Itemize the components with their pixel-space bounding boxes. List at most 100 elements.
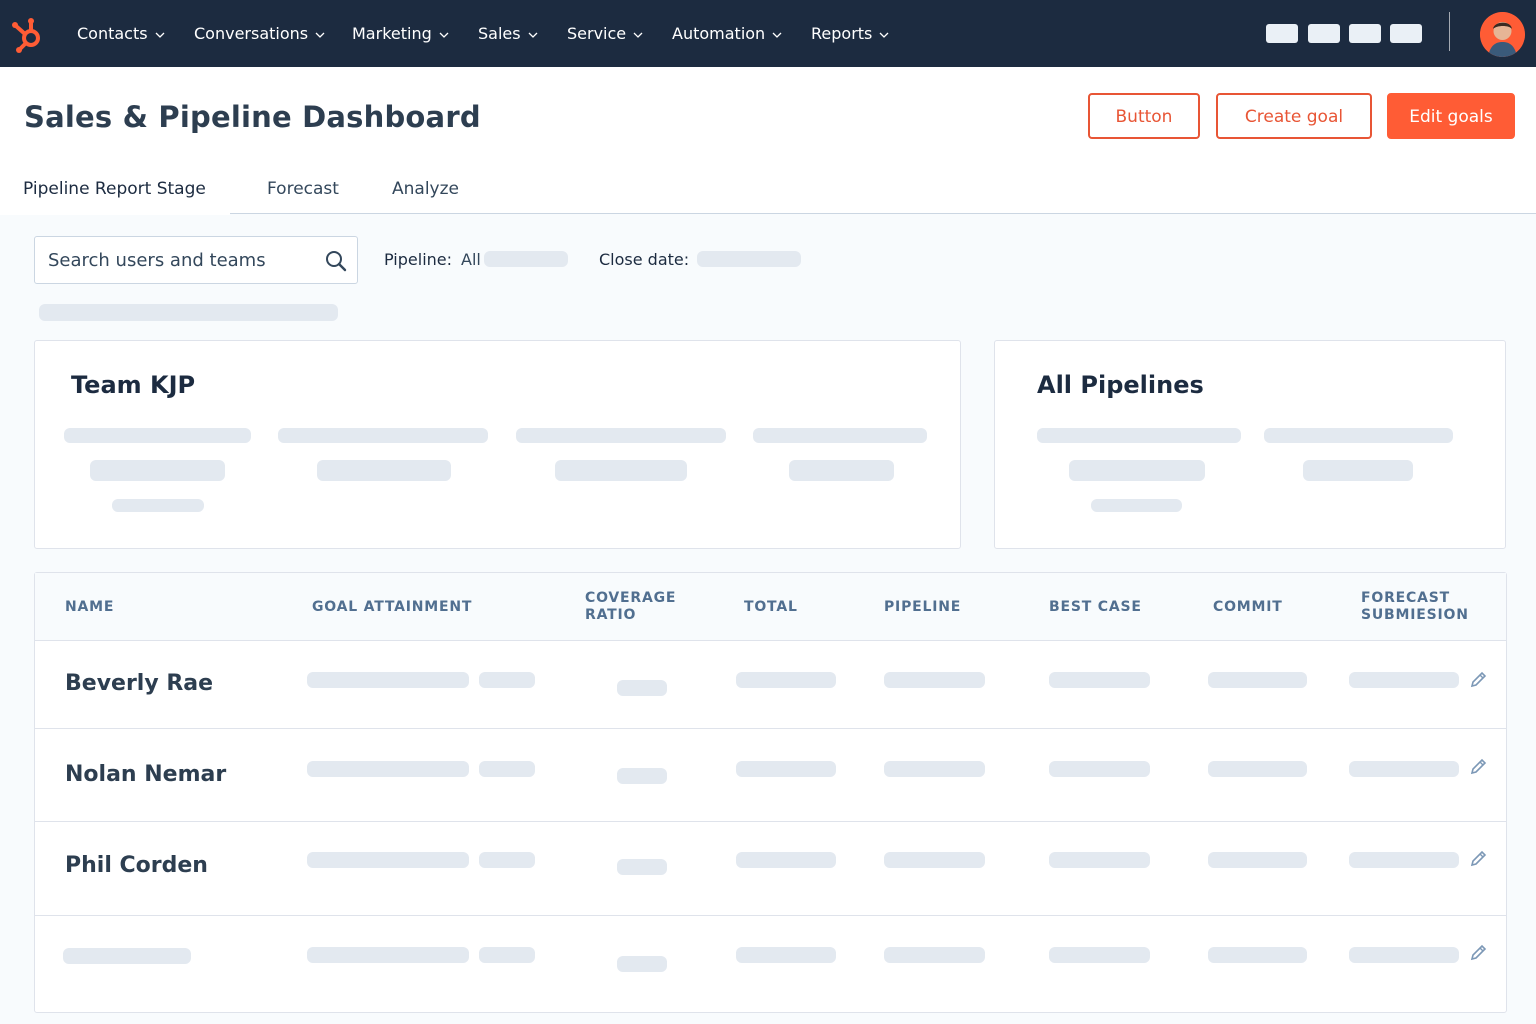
nav-contacts-label: Contacts	[77, 24, 148, 43]
metric-label-placeholder	[64, 428, 251, 443]
table-row[interactable]: Nolan Nemar	[35, 729, 1506, 822]
cell-placeholder	[1208, 672, 1307, 688]
loading-placeholder	[39, 304, 338, 321]
team-summary-card: Team KJP	[34, 340, 961, 549]
table-row[interactable]	[35, 916, 1506, 1012]
column-header-goal-attainment[interactable]: GOAL ATTAINMENT	[312, 599, 472, 616]
metric-label-placeholder	[1037, 428, 1241, 443]
table-row[interactable]: Phil Corden	[35, 822, 1506, 916]
table-header: NAME GOAL ATTAINMENT COVERAGE RATIO TOTA…	[35, 573, 1506, 641]
cell-placeholder	[617, 859, 667, 875]
edit-pencil-icon[interactable]	[1469, 758, 1487, 776]
metric-label-placeholder	[1264, 428, 1453, 443]
nav-conversations[interactable]: Conversations	[194, 22, 325, 46]
close-date-filter-placeholder[interactable]	[697, 251, 801, 267]
row-user-name[interactable]: Nolan Nemar	[65, 762, 226, 787]
nav-contacts[interactable]: Contacts	[77, 22, 165, 46]
metric-value-placeholder	[789, 460, 894, 481]
cell-placeholder	[1349, 947, 1459, 963]
cell-placeholder	[1049, 672, 1150, 688]
column-header-forecast-line1: FORECAST	[1361, 590, 1450, 606]
cell-placeholder	[479, 672, 535, 688]
cell-placeholder	[307, 852, 469, 868]
nav-service[interactable]: Service	[567, 22, 643, 46]
tab-analyze[interactable]: Analyze	[392, 179, 459, 199]
cell-placeholder	[736, 672, 836, 688]
edit-pencil-icon[interactable]	[1469, 944, 1487, 962]
cell-placeholder	[307, 947, 469, 963]
metric-sub-placeholder	[1091, 499, 1182, 512]
tab-forecast[interactable]: Forecast	[267, 179, 339, 199]
avatar[interactable]	[1480, 12, 1525, 57]
column-header-forecast-line2: SUBMIESION	[1361, 607, 1469, 623]
cell-placeholder	[1208, 947, 1307, 963]
pipelines-summary-card: All Pipelines	[994, 340, 1506, 549]
pipeline-filter-placeholder[interactable]	[484, 251, 568, 267]
nav-reports[interactable]: Reports	[811, 22, 889, 46]
column-header-coverage-line1: COVERAGE	[585, 590, 677, 606]
tabs-divider	[0, 213, 1536, 214]
cell-placeholder	[1049, 947, 1150, 963]
row-name-placeholder	[63, 948, 191, 964]
pipelines-card-title: All Pipelines	[1037, 371, 1204, 399]
nav-reports-label: Reports	[811, 24, 873, 43]
table-row[interactable]: Beverly Rae	[35, 641, 1506, 729]
column-header-name[interactable]: NAME	[65, 599, 114, 616]
tab-pipeline-report-stage[interactable]: Pipeline Report Stage	[23, 179, 206, 199]
nav-marketing-label: Marketing	[352, 24, 432, 43]
cell-placeholder	[617, 956, 667, 972]
nav-utility-button[interactable]	[1390, 24, 1422, 43]
nav-utility-button[interactable]	[1266, 24, 1298, 43]
hubspot-logo-icon[interactable]	[10, 14, 44, 54]
nav-conversations-label: Conversations	[194, 24, 309, 43]
user-avatar-icon	[1480, 12, 1525, 57]
column-header-coverage-ratio[interactable]: COVERAGE RATIO	[585, 590, 676, 624]
column-header-best-case[interactable]: BEST CASE	[1049, 599, 1142, 616]
nav-automation-label: Automation	[672, 24, 766, 43]
cell-placeholder	[884, 761, 985, 777]
nav-automation[interactable]: Automation	[672, 22, 782, 46]
forecast-table: NAME GOAL ATTAINMENT COVERAGE RATIO TOTA…	[34, 572, 1507, 1013]
metric-value-placeholder	[90, 460, 225, 481]
nav-utility-button[interactable]	[1308, 24, 1340, 43]
column-header-commit[interactable]: COMMIT	[1213, 599, 1283, 616]
search-input[interactable]: Search users and teams	[34, 236, 358, 284]
generic-button[interactable]: Button	[1088, 93, 1200, 139]
active-tab-indicator	[0, 212, 230, 215]
cell-placeholder	[1349, 761, 1459, 777]
column-header-total[interactable]: TOTAL	[744, 599, 798, 616]
nav-sales-label: Sales	[478, 24, 521, 43]
pipeline-filter-value[interactable]: All	[461, 250, 481, 269]
metric-value-placeholder	[555, 460, 687, 481]
row-user-name[interactable]: Beverly Rae	[65, 671, 213, 696]
chevron-down-icon	[439, 32, 449, 38]
edit-pencil-icon[interactable]	[1469, 850, 1487, 868]
nav-sales[interactable]: Sales	[478, 22, 538, 46]
top-navigation: Contacts Conversations Marketing Sales S…	[0, 0, 1536, 67]
chevron-down-icon	[772, 32, 782, 38]
edit-goals-button[interactable]: Edit goals	[1387, 93, 1515, 139]
nav-utility-button[interactable]	[1349, 24, 1381, 43]
chevron-down-icon	[155, 32, 165, 38]
close-date-filter-label: Close date:	[599, 250, 690, 269]
cell-placeholder	[884, 852, 985, 868]
edit-pencil-icon[interactable]	[1469, 671, 1487, 689]
column-header-forecast-submission[interactable]: FORECAST SUBMIESION	[1361, 590, 1469, 624]
cell-placeholder	[1208, 852, 1307, 868]
cell-placeholder	[736, 761, 836, 777]
cell-placeholder	[479, 852, 535, 868]
metric-label-placeholder	[278, 428, 488, 443]
nav-marketing[interactable]: Marketing	[352, 22, 449, 46]
column-header-pipeline[interactable]: PIPELINE	[884, 599, 961, 616]
create-goal-button[interactable]: Create goal	[1216, 93, 1372, 139]
column-header-coverage-line2: RATIO	[585, 607, 637, 623]
cell-placeholder	[1049, 761, 1150, 777]
row-user-name[interactable]: Phil Corden	[65, 853, 208, 878]
cell-placeholder	[479, 761, 535, 777]
cell-placeholder	[736, 852, 836, 868]
metric-label-placeholder	[516, 428, 726, 443]
cell-placeholder	[1349, 852, 1459, 868]
cell-placeholder	[884, 947, 985, 963]
metric-label-placeholder	[753, 428, 927, 443]
cell-placeholder	[1208, 761, 1307, 777]
